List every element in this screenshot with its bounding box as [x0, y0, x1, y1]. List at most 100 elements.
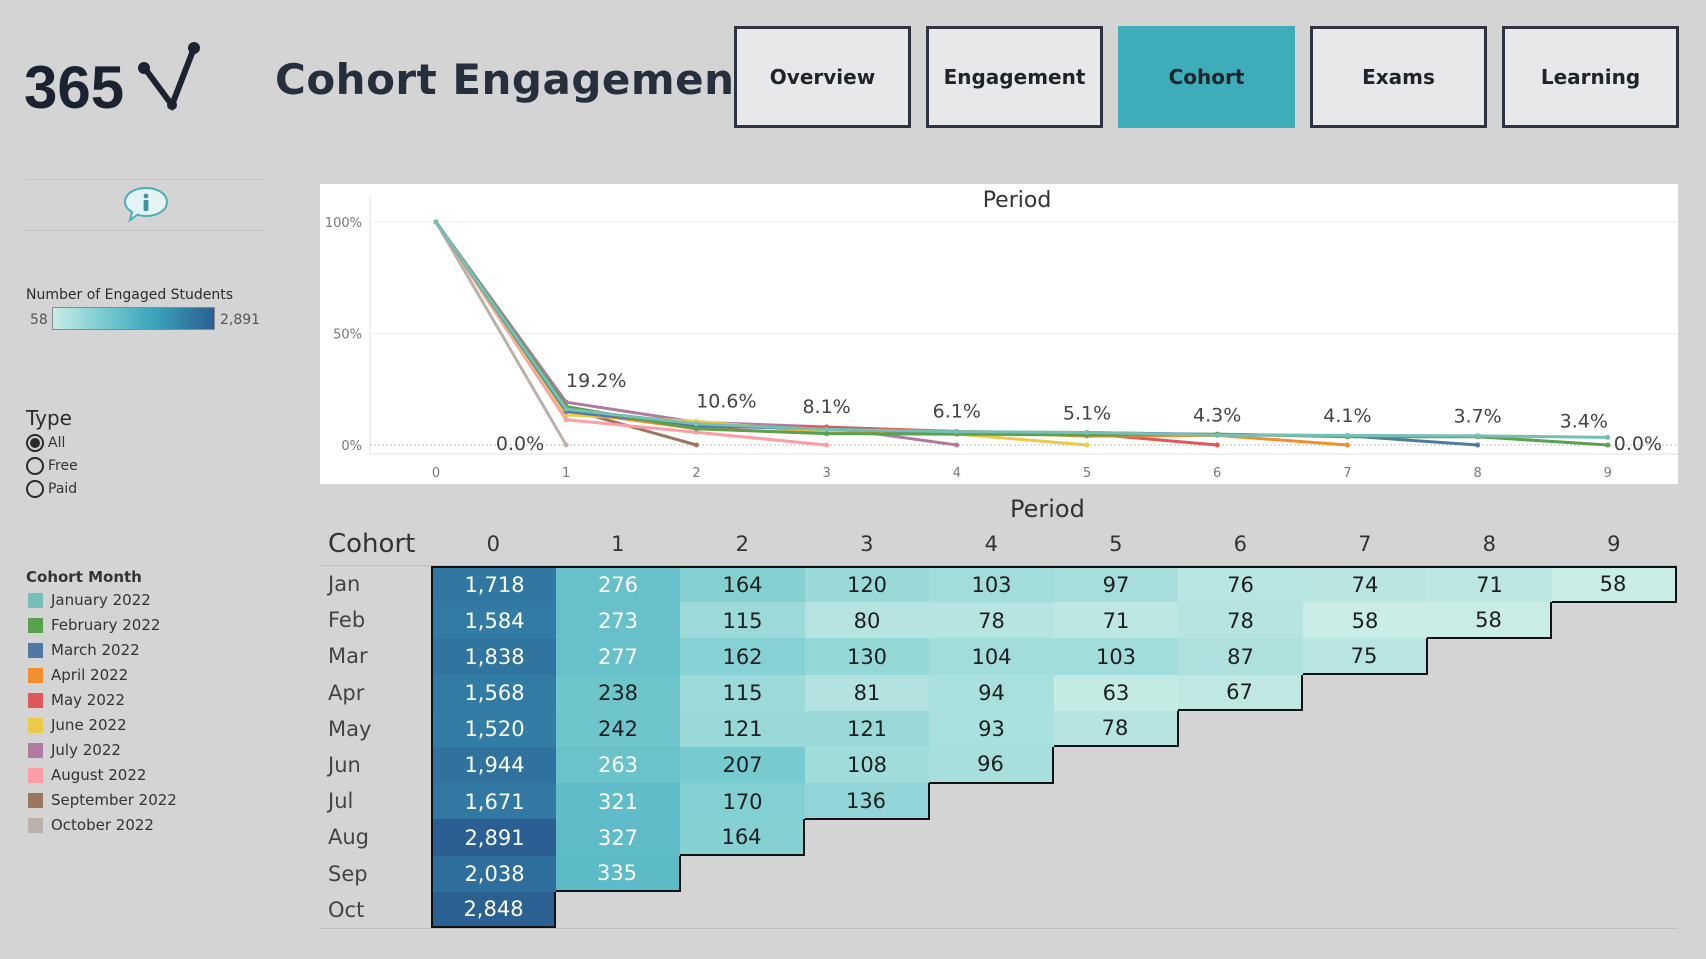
cohort-cell[interactable]: 58: [1551, 566, 1677, 603]
cohort-legend-item[interactable]: July 2022: [28, 741, 121, 759]
cohort-cell[interactable]: 87: [1178, 638, 1303, 676]
logo-text: 365: [24, 54, 124, 120]
cohort-cell[interactable]: 207: [680, 747, 805, 784]
cohort-cell[interactable]: 1,671: [431, 783, 556, 820]
type-radio-paid[interactable]: Paid: [26, 480, 77, 498]
color-legend-gradient: [52, 307, 215, 330]
cohort-cell[interactable]: 170: [680, 783, 805, 820]
x-tick-label: 7: [1343, 466, 1351, 481]
cohort-cell[interactable]: 71: [1053, 602, 1179, 639]
type-radio-free[interactable]: Free: [26, 457, 78, 475]
cohort-legend-item[interactable]: April 2022: [28, 666, 128, 684]
cohort-cell[interactable]: 71: [1427, 566, 1552, 603]
y-tick-label: 100%: [325, 216, 362, 231]
cohort-cell[interactable]: 93: [929, 710, 1054, 748]
cohort-legend-item[interactable]: October 2022: [28, 816, 154, 834]
period-column-header: 0: [486, 532, 500, 556]
cohort-cell[interactable]: 103: [1053, 638, 1179, 676]
type-radio-all[interactable]: All: [26, 434, 65, 452]
x-tick-label: 3: [822, 466, 830, 481]
cohort-cell[interactable]: 327: [555, 819, 681, 857]
cohort-row-label: May: [328, 716, 372, 741]
cohort-cell[interactable]: 238: [555, 674, 681, 712]
cohort-cell[interactable]: 1,584: [431, 602, 556, 639]
y-tick-label: 50%: [333, 328, 362, 343]
cohort-cell[interactable]: 103: [929, 566, 1054, 603]
cohort-cell[interactable]: 121: [680, 710, 805, 748]
cohort-cell[interactable]: 115: [680, 674, 805, 712]
nav-exams-button[interactable]: Exams: [1310, 26, 1487, 128]
period-column-header: 7: [1358, 532, 1372, 556]
cohort-cell[interactable]: 1,944: [431, 747, 556, 784]
cohort-cell[interactable]: 2,038: [431, 855, 556, 893]
cohort-legend-item[interactable]: January 2022: [28, 591, 151, 609]
nav-learning-button[interactable]: Learning: [1502, 26, 1679, 128]
series-point-january-2022: [1605, 434, 1611, 440]
series-point-january-2022: [433, 219, 439, 225]
cohort-legend-item[interactable]: February 2022: [28, 616, 160, 634]
cohort-cell[interactable]: 164: [680, 819, 805, 857]
cohort-cell[interactable]: 164: [680, 566, 805, 603]
cohort-cell[interactable]: 94: [929, 674, 1054, 712]
legend-label: September 2022: [51, 791, 177, 809]
legend-swatch: [28, 717, 43, 733]
color-legend-max: 2,891: [220, 312, 261, 328]
cohort-cell[interactable]: 136: [804, 783, 930, 820]
cohort-cell[interactable]: 2,848: [431, 891, 556, 929]
data-label: 0.0%: [496, 433, 544, 455]
cohort-cell[interactable]: 120: [804, 566, 930, 603]
nav-overview-button[interactable]: Overview: [734, 26, 911, 128]
series-point-january-2022: [954, 429, 960, 435]
cohort-cell[interactable]: 121: [804, 710, 930, 748]
series-point-april-2022: [1344, 442, 1350, 448]
cohort-cell[interactable]: 1,520: [431, 710, 556, 748]
cohort-cell[interactable]: 78: [929, 602, 1054, 639]
cohort-cell[interactable]: 115: [680, 602, 805, 639]
legend-label: July 2022: [51, 741, 121, 759]
cohort-cell[interactable]: 67: [1178, 674, 1303, 712]
cohort-cell[interactable]: 104: [929, 638, 1054, 676]
nav-engagement-button[interactable]: Engagement: [926, 26, 1103, 128]
legend-swatch: [28, 767, 43, 783]
cohort-cell[interactable]: 63: [1053, 674, 1179, 712]
nav-cohort-button[interactable]: Cohort: [1118, 26, 1295, 128]
data-label: 4.3%: [1193, 404, 1241, 426]
x-tick-label: 0: [432, 466, 440, 481]
cohort-cell[interactable]: 335: [555, 855, 681, 893]
cohort-cell[interactable]: 130: [804, 638, 930, 676]
cohort-cell[interactable]: 76: [1178, 566, 1303, 603]
cohort-cell[interactable]: 78: [1178, 602, 1303, 639]
cohort-cell[interactable]: 276: [555, 566, 681, 603]
type-filter-title: Type: [26, 406, 72, 430]
cohort-cell[interactable]: 75: [1302, 638, 1428, 676]
cohort-cell[interactable]: 96: [929, 747, 1054, 784]
cohort-row-label: Sep: [328, 861, 368, 886]
cohort-cell[interactable]: 1,838: [431, 638, 556, 676]
cohort-cell[interactable]: 108: [804, 747, 930, 784]
cohort-cell[interactable]: 263: [555, 747, 681, 784]
cohort-cell[interactable]: 273: [555, 602, 681, 639]
cohort-legend-item[interactable]: June 2022: [28, 716, 127, 734]
info-icon[interactable]: [122, 184, 170, 226]
legend-swatch: [28, 742, 43, 758]
cohort-cell[interactable]: 58: [1427, 602, 1552, 639]
cohort-cell[interactable]: 1,718: [431, 566, 556, 603]
cohort-cell[interactable]: 97: [1053, 566, 1179, 603]
cohort-cell[interactable]: 81: [804, 674, 930, 712]
cohort-cell[interactable]: 1,568: [431, 674, 556, 712]
cohort-legend-item[interactable]: March 2022: [28, 641, 140, 659]
period-column-header: 6: [1233, 532, 1247, 556]
series-point-march-2022: [1475, 442, 1481, 448]
cohort-cell[interactable]: 78: [1053, 710, 1179, 748]
cohort-cell[interactable]: 58: [1302, 602, 1428, 639]
cohort-legend-item[interactable]: May 2022: [28, 691, 125, 709]
cohort-cell[interactable]: 80: [804, 602, 930, 639]
cohort-cell[interactable]: 2,891: [431, 819, 556, 857]
cohort-cell[interactable]: 277: [555, 638, 681, 676]
cohort-cell[interactable]: 242: [555, 710, 681, 748]
cohort-legend-item[interactable]: August 2022: [28, 766, 146, 784]
cohort-cell[interactable]: 74: [1302, 566, 1428, 603]
cohort-legend-item[interactable]: September 2022: [28, 791, 177, 809]
cohort-cell[interactable]: 321: [555, 783, 681, 820]
cohort-cell[interactable]: 162: [680, 638, 805, 676]
